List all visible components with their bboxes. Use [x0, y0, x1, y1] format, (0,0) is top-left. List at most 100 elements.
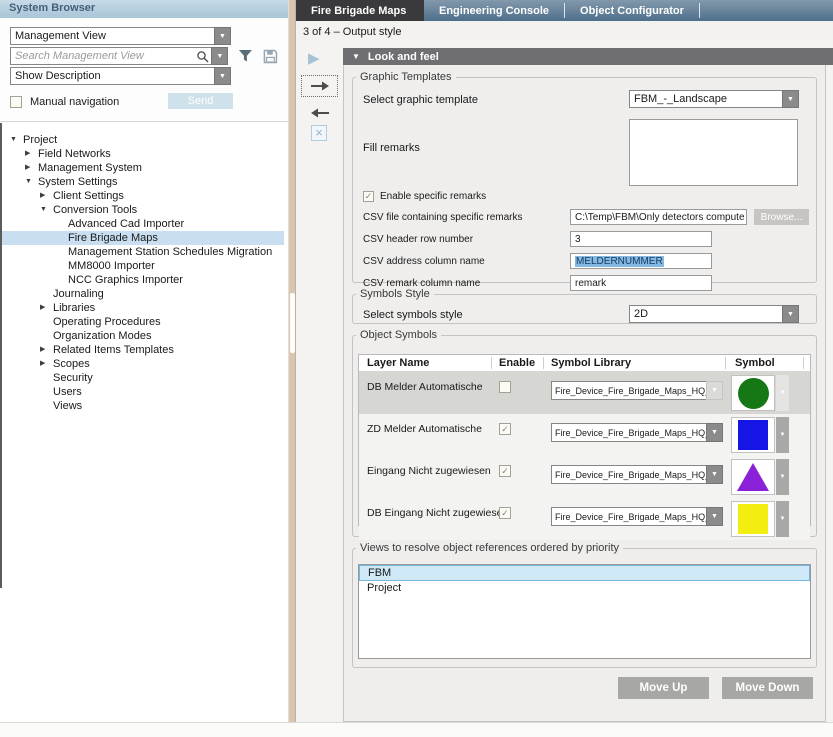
- symbols-style-dropdown[interactable]: 2D ▼: [629, 305, 799, 323]
- splitter-scrollbar-thumb[interactable]: [290, 293, 295, 353]
- show-description-dropdown[interactable]: Show Description ▼: [10, 67, 231, 85]
- symbol-row-db-eingang-nicht-zugewiesen[interactable]: DB Eingang Nicht zugewiesen Fire_Device_F…: [359, 498, 810, 540]
- chevron-down-icon[interactable]: ▼: [706, 465, 723, 484]
- enable-checkbox[interactable]: [499, 465, 511, 477]
- tree-item-organization-modes[interactable]: Organization Modes: [0, 329, 284, 343]
- search-field[interactable]: Search Management View: [10, 47, 211, 65]
- layer-name: DB Eingang Nicht zugewiesen: [367, 507, 508, 519]
- symbols-style-value-text: 2D: [634, 308, 648, 320]
- tab-object-configurator[interactable]: Object Configurator: [565, 0, 699, 21]
- object-symbols-legend: Object Symbols: [356, 329, 441, 341]
- tree-collapsed-icon[interactable]: ▶: [25, 147, 38, 161]
- view-list-item-fbm[interactable]: FBM: [359, 565, 810, 581]
- tree-item-related-items-templates[interactable]: ▶Related Items Templates: [0, 343, 284, 357]
- next-step-button[interactable]: [301, 75, 338, 97]
- chevron-down-icon[interactable]: ▼: [706, 381, 723, 400]
- tree-item-label: Views: [53, 399, 82, 413]
- close-icon[interactable]: ×: [311, 125, 327, 141]
- tree-item-label: Management Station Schedules Migration: [68, 245, 272, 259]
- symbol-dropdown-button[interactable]: ▼: [776, 501, 789, 537]
- symbol-row-eingang-nicht-zugewiesen[interactable]: Eingang Nicht zugewiesenFire_Device_Fire…: [359, 456, 810, 498]
- panel-splitter[interactable]: [288, 0, 296, 737]
- tree-item-security[interactable]: Security: [0, 371, 284, 385]
- tree-item-management-station-schedules-migration[interactable]: Management Station Schedules Migration: [0, 245, 284, 259]
- tree-item-label: MM8000 Importer: [68, 259, 155, 273]
- tree-item-mm8000-importer[interactable]: MM8000 Importer: [0, 259, 284, 273]
- tree-item-journaling[interactable]: Journaling: [0, 287, 284, 301]
- management-view-dropdown[interactable]: Management View ▼: [10, 27, 231, 45]
- enable-checkbox[interactable]: [499, 507, 511, 519]
- tree-expanded-icon[interactable]: ▼: [40, 203, 53, 217]
- tree-collapsed-icon[interactable]: ▶: [40, 301, 53, 315]
- symbol-row-db-melder-automatische[interactable]: DB Melder AutomatischeFire_Device_Fire_B…: [359, 372, 810, 414]
- tree-item-views[interactable]: Views: [0, 399, 284, 413]
- tree-item-field-networks[interactable]: ▶Field Networks: [0, 147, 284, 161]
- tree-item-scopes[interactable]: ▶Scopes: [0, 357, 284, 371]
- filter-icon[interactable]: [238, 49, 253, 63]
- symbol-preview[interactable]: [731, 501, 775, 537]
- csv-address-input[interactable]: MELDERNUMMER: [570, 253, 712, 269]
- tree-collapsed-icon[interactable]: ▶: [40, 189, 53, 203]
- tree-expanded-icon[interactable]: ▼: [25, 175, 38, 189]
- tab-engineering-console[interactable]: Engineering Console: [424, 0, 564, 21]
- tab-fire-brigade-maps[interactable]: Fire Brigade Maps: [296, 0, 424, 21]
- symbol-library-dropdown[interactable]: Fire_Device_Fire_Brigade_Maps_HQ_1▼: [551, 465, 723, 484]
- tree-item-ncc-graphics-importer[interactable]: NCC Graphics Importer: [0, 273, 284, 287]
- graphic-template-dropdown[interactable]: FBM_-_Landscape ▼: [629, 90, 799, 108]
- symbol-preview[interactable]: [731, 459, 775, 495]
- view-list-item-project[interactable]: Project: [359, 581, 810, 597]
- symbol-library-dropdown[interactable]: Fire_Device_Fire_Brigade_Maps_HQ_1▼: [551, 507, 723, 526]
- system-browser-panel: System Browser Management View ▼ Search …: [0, 0, 288, 722]
- manual-navigation-checkbox[interactable]: [10, 96, 22, 108]
- tree-item-operating-procedures[interactable]: Operating Procedures: [0, 315, 284, 329]
- tree-item-conversion-tools[interactable]: ▼Conversion Tools: [0, 203, 284, 217]
- symbol-dropdown-button[interactable]: ▼: [776, 375, 789, 411]
- chevron-down-icon[interactable]: ▼: [706, 423, 723, 442]
- symbol-dropdown-button[interactable]: ▼: [776, 459, 789, 495]
- tree-item-users[interactable]: Users: [0, 385, 284, 399]
- tree-item-libraries[interactable]: ▶Libraries: [0, 301, 284, 315]
- tree-item-project[interactable]: ▼Project: [0, 133, 284, 147]
- move-down-button[interactable]: Move Down: [722, 677, 813, 699]
- chevron-down-icon[interactable]: ▼: [214, 67, 231, 85]
- tree-item-client-settings[interactable]: ▶Client Settings: [0, 189, 284, 203]
- browse-button[interactable]: Browse...: [754, 209, 809, 225]
- tree-expanded-icon[interactable]: ▼: [10, 133, 23, 147]
- send-button[interactable]: Send: [168, 93, 233, 109]
- table-body: DB Melder AutomatischeFire_Device_Fire_B…: [359, 372, 810, 540]
- symbol-library-dropdown[interactable]: Fire_Device_Fire_Brigade_Maps_HQ_1▼: [551, 381, 723, 400]
- fill-remarks-textarea[interactable]: [629, 119, 798, 186]
- symbol-row-zd-melder-automatische[interactable]: ZD Melder AutomatischeFire_Device_Fire_B…: [359, 414, 810, 456]
- search-input[interactable]: Search Management View ▼: [10, 47, 228, 65]
- template-value-text: FBM_-_Landscape: [634, 93, 727, 105]
- chevron-down-icon[interactable]: ▼: [782, 305, 799, 323]
- move-up-button[interactable]: Move Up: [618, 677, 709, 699]
- tree-collapsed-icon[interactable]: ▶: [40, 343, 53, 357]
- enable-remarks-checkbox[interactable]: [363, 191, 374, 202]
- previous-step-button[interactable]: [301, 105, 338, 121]
- symbol-dropdown-button[interactable]: ▼: [776, 417, 789, 453]
- symbol-preview[interactable]: [731, 375, 775, 411]
- symbol-library-dropdown[interactable]: Fire_Device_Fire_Brigade_Maps_HQ_1▼: [551, 423, 723, 442]
- chevron-down-icon[interactable]: ▼: [706, 507, 723, 526]
- enable-remarks-label: Enable specific remarks: [380, 191, 486, 202]
- tree-item-fire-brigade-maps[interactable]: Fire Brigade Maps: [0, 231, 284, 245]
- tree-item-management-system[interactable]: ▶Management System: [0, 161, 284, 175]
- symbol-preview[interactable]: [731, 417, 775, 453]
- csv-header-input[interactable]: 3: [570, 231, 712, 247]
- tree-collapsed-icon[interactable]: ▶: [40, 357, 53, 371]
- management-view-label: Management View: [15, 30, 106, 42]
- column-header-layer-name: Layer Name: [367, 357, 429, 369]
- wizard-step-label: 3 of 4 – Output style: [296, 21, 833, 43]
- chevron-down-icon[interactable]: ▼: [782, 90, 799, 108]
- csv-file-input[interactable]: C:\Temp\FBM\Only detectors compute min a…: [570, 209, 747, 225]
- tree-item-advanced-cad-importer[interactable]: Advanced Cad Importer: [0, 217, 284, 231]
- save-icon[interactable]: [263, 49, 278, 64]
- look-and-feel-section-header[interactable]: ▼ Look and feel: [343, 48, 833, 65]
- enable-checkbox[interactable]: [499, 423, 511, 435]
- chevron-down-icon[interactable]: ▼: [211, 47, 228, 65]
- enable-checkbox[interactable]: [499, 381, 511, 393]
- chevron-down-icon[interactable]: ▼: [214, 27, 231, 45]
- tree-collapsed-icon[interactable]: ▶: [25, 161, 38, 175]
- tree-item-system-settings[interactable]: ▼System Settings: [0, 175, 284, 189]
